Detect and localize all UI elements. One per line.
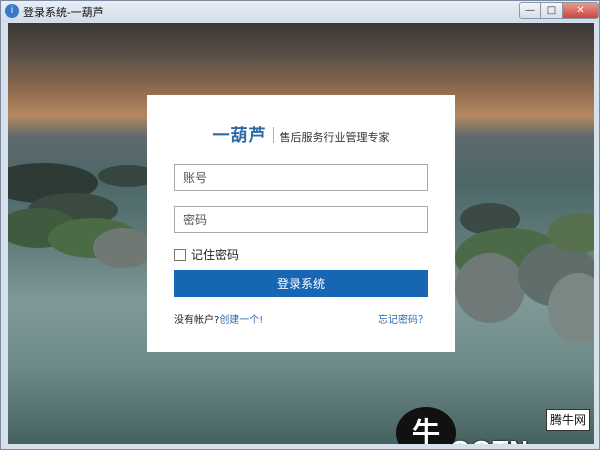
background-rock	[93, 228, 153, 268]
window-title: 登录系统-一葫芦	[23, 7, 104, 19]
brand-slogan: 售后服务行业管理专家	[279, 131, 390, 144]
signup-row: 没有帐户?创建一个!	[174, 311, 263, 326]
close-icon: ✕	[576, 5, 585, 16]
password-input[interactable]	[174, 206, 428, 233]
create-account-link[interactable]: 创建一个!	[219, 315, 263, 326]
title-bar[interactable]: i 登录系统-一葫芦 — □ ✕	[1, 1, 599, 22]
brand-logo: 一葫芦	[212, 126, 267, 146]
background-rock	[548, 273, 594, 343]
remember-checkbox[interactable]	[174, 248, 186, 261]
window-controls: — □ ✕	[519, 1, 599, 22]
minimize-button[interactable]: —	[519, 2, 541, 19]
watermark-badge: 腾牛网	[546, 409, 590, 431]
app-info-icon: i	[5, 4, 19, 18]
login-button[interactable]: 登录系统	[174, 270, 428, 297]
no-account-text: 没有帐户?	[174, 315, 220, 326]
login-panel: 一葫芦售后服务行业管理专家 记住密码 登录系统 没有帐户?创建一个! 忘记密码？	[147, 95, 455, 352]
background-rock	[455, 253, 525, 323]
minimize-icon: —	[525, 5, 535, 16]
close-button[interactable]: ✕	[563, 2, 599, 19]
remember-label: 记住密码	[191, 248, 240, 262]
account-input[interactable]	[174, 164, 428, 191]
remember-password[interactable]: 记住密码	[174, 246, 239, 263]
login-window: i 登录系统-一葫芦 — □ ✕ 牛 QQTN.com 腾牛网 一葫芦售后服务行…	[0, 0, 600, 450]
watermark-text: QQTN.com	[450, 435, 594, 444]
brand-header: 一葫芦 售后服务行业管理专家	[147, 121, 455, 146]
forgot-password-link[interactable]: 忘记密码？	[378, 311, 428, 326]
brand-divider	[272, 127, 274, 143]
maximize-button[interactable]: □	[541, 2, 563, 19]
maximize-icon: □	[546, 5, 557, 16]
watermark-logo-icon: 牛	[396, 407, 456, 444]
